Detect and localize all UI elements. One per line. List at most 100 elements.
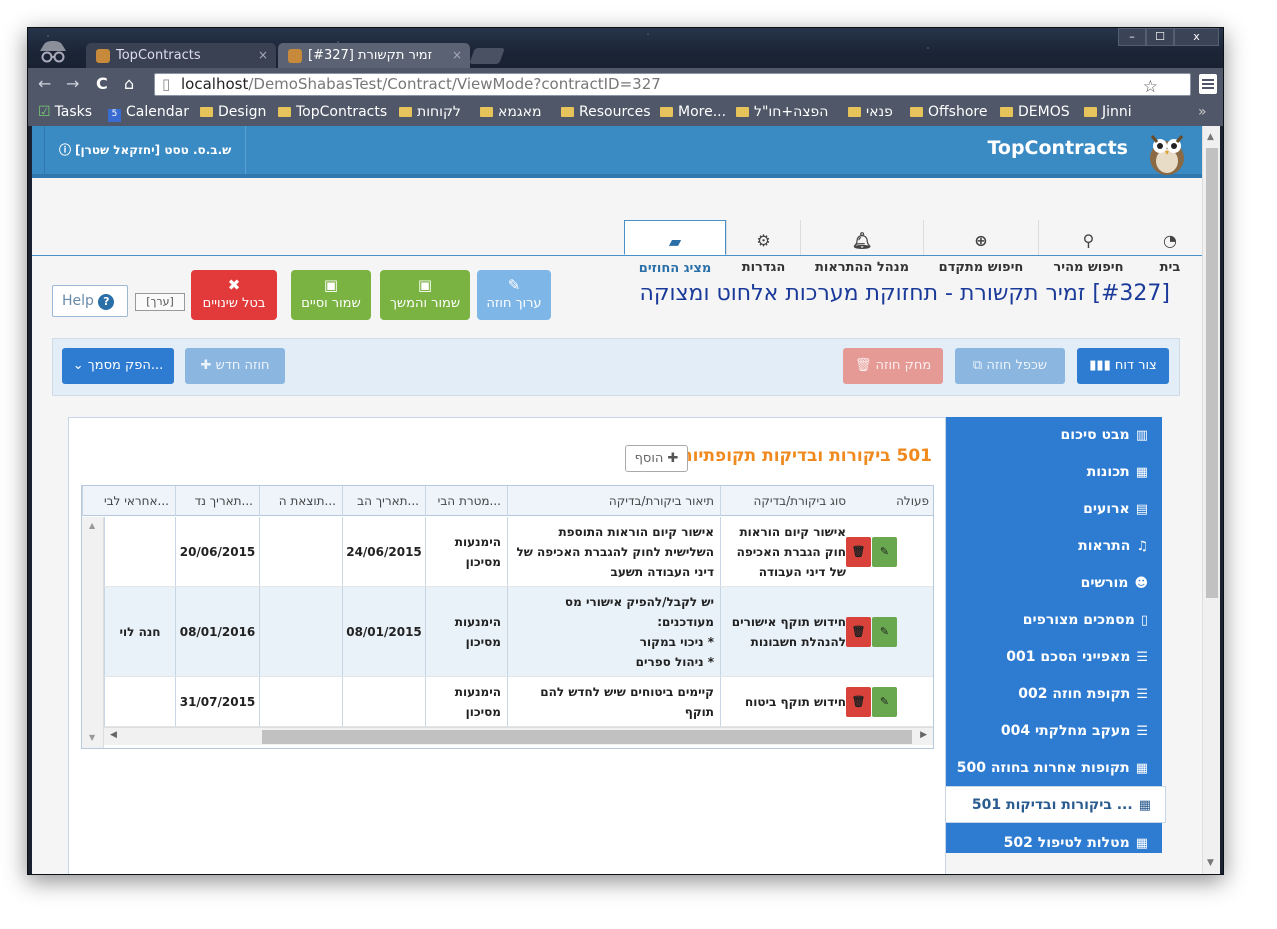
table-row[interactable]: ✎ 🗑︎ חידוש תוקף ביטוח קיימים ביטוחים שיש… [104,677,933,727]
bookmark-demos[interactable]: DEMOS [1000,104,1070,120]
bookmark-clients[interactable]: לקוחות [399,104,461,120]
cell-purpose: הימנעות מסיכון [425,677,507,726]
bookmark-offshore[interactable]: Offshore [910,104,987,120]
list-icon: ☰ [1136,724,1148,739]
sidebar-item-authorized[interactable]: מורשים ☻ [946,565,1162,602]
edit-row-button[interactable]: ✎ [872,687,897,717]
row-actions: ✎ 🗑︎ [846,517,933,586]
scroll-thumb[interactable] [1206,148,1218,598]
edit-row-button[interactable]: ✎ [872,537,897,567]
sidebar-item-502[interactable]: 502 מטלות לטיפול ▦ [946,825,1162,862]
nav-settings[interactable]: ⚙ הגדרות [726,220,800,275]
bookmark-star-icon[interactable]: ☆ [1143,77,1158,98]
sidebar-item-001[interactable]: 001 מאפייני הסכם ☰ [946,639,1162,676]
col-result[interactable]: תוצאת ה... [259,486,342,516]
gear-icon: ⚙ [756,231,771,250]
sidebar-item-attachments[interactable]: מסמכים מצורפים ▯ [946,602,1162,639]
list-icon: ☰ [1136,650,1148,665]
scroll-down-icon[interactable]: ▼ [1207,858,1214,868]
page-vertical-scrollbar[interactable]: ▲ ▼ [1202,126,1220,874]
sidebar-item-501[interactable]: 501 ביקורות ובדיקות ... ▦ [942,786,1166,823]
cancel-changes-button[interactable]: ✖ בטל שינויים [191,270,277,320]
bookmark-calendar[interactable]: 5 Calendar [108,104,189,122]
cell-check-date [342,677,425,726]
plus-icon: ✚ [667,451,679,466]
edit-row-button[interactable]: ✎ [872,617,897,647]
new-contract-button[interactable]: ✚ חוזה חדש [185,348,285,384]
col-owner[interactable]: אחראי לבי... [82,486,175,516]
sidebar-item-alerts[interactable]: התראות ♫ [946,528,1162,565]
sidebar-item-002[interactable]: 002 תקופת חוזה ☰ [946,676,1162,713]
bookmarks-overflow[interactable]: » [1198,104,1207,120]
bookmark-magma[interactable]: מאגמא [480,104,542,120]
save-finish-button[interactable]: ▣ שמור וסיים [291,270,371,320]
help-button[interactable]: Help ? [52,285,128,317]
browser-tab-topcontracts[interactable]: TopContracts × [86,43,276,68]
tab-close-icon[interactable]: × [452,43,462,68]
cell-description: יש לקבל/להפיק אישורי מס מעודכנים: * ניכוי … [507,587,720,676]
col-purpose[interactable]: מטרת הבי... [425,486,507,516]
bookmark-resources[interactable]: Resources [561,104,651,120]
info-icon: ⓘ [59,143,72,157]
col-check-date[interactable]: תאריך הב... [342,486,425,516]
bookmark-more[interactable]: More... [660,104,726,120]
table-vertical-scrollbar[interactable]: ▲ ▼ [82,517,104,748]
scroll-thumb[interactable] [262,730,912,744]
bookmark-design[interactable]: Design [200,104,266,120]
edit-contract-button[interactable]: ✎ ערוך חוזה [477,270,551,320]
table-row[interactable]: ✎ 🗑︎ אישור קיום הוראות חוק הגברת האכיפה … [104,517,933,587]
col-description[interactable]: תיאור ביקורת/בדיקה [507,486,720,516]
nav-home[interactable]: ◔ בית [1138,220,1202,275]
scroll-up-icon[interactable]: ▲ [1207,132,1214,142]
add-button[interactable]: הוסף ✚ [625,445,688,472]
table-row[interactable]: ✎ 🗑︎ חידוש תוקף אישורים להנהלת חשבונות י… [104,587,933,677]
cell-type: אישור קיום הוראות חוק הגברת האכיפה של די… [720,517,852,586]
scroll-left-icon[interactable]: ◀ [110,730,117,740]
address-bar[interactable]: ▯ localhost/DemoShabasTest/Contract/View… [154,73,1191,98]
tab-title: [#327] זמיר תקשורת [308,48,433,63]
edit-tag[interactable]: [ערך] [135,293,185,311]
create-report-button[interactable]: ▮▮▮ צור דוח [1077,348,1169,384]
maximize-button[interactable]: ☐ [1146,28,1174,46]
bookmark-jinni[interactable]: Jinni [1084,104,1132,120]
new-tab-button[interactable] [469,48,505,64]
back-icon[interactable]: ← [38,74,51,93]
cell-purpose: הימנעות מסיכון [425,517,507,586]
nav-advanced-search[interactable]: ⊕ חיפוש מתקדם [923,220,1038,275]
bookmark-topcontracts[interactable]: TopContracts [278,104,387,120]
save-continue-button[interactable]: ▣ שמור והמשך [380,270,470,320]
bookmark-leisure[interactable]: פנאי [848,104,893,120]
close-window-button[interactable]: x [1174,28,1219,46]
sidebar-item-summary[interactable]: מבט סיכום ▥ [946,417,1162,454]
scroll-right-icon[interactable]: ▶ [920,730,927,740]
col-type[interactable]: סוג ביקורת/בדיקה [720,486,852,516]
sidebar-item-events[interactable]: ארועים ▤ [946,491,1162,528]
delete-contract-button[interactable]: 🗑︎ מחק חוזה [843,348,943,384]
sidebar-item-004[interactable]: 004 מעקב מחלקתי ☰ [946,713,1162,750]
bell-icon: ♫ [1136,539,1148,554]
sidebar-item-500[interactable]: 500 תקופות אחרות בחוזה ▦ [946,750,1162,787]
reload-icon[interactable]: C [96,74,108,93]
browser-tab-contract[interactable]: [#327] זמיר תקשורת × [278,43,470,68]
nav-alerts-manager[interactable]: 🔔︎ מנהל ההתראות [800,220,923,275]
sidebar-item-properties[interactable]: תכונות ▦ [946,454,1162,491]
scroll-up-icon[interactable]: ▲ [89,521,95,530]
nav-contract-viewer[interactable]: ▰ מציג החוזים [624,220,726,276]
bookmark-tasks[interactable]: ☑ Tasks [38,104,92,120]
col-next-date[interactable]: תאריך נד... [175,486,259,516]
home-icon[interactable]: ⌂ [124,74,134,93]
minimize-button[interactable]: – [1118,28,1146,46]
tab-close-icon[interactable]: × [258,43,268,68]
folder-icon [910,107,923,117]
scroll-down-icon[interactable]: ▼ [89,733,95,742]
bookmark-distribution[interactable]: הפצה+חו"ל [736,104,828,120]
question-icon: ? [98,294,115,310]
nav-quick-search[interactable]: ⚲ חיפוש מהיר [1038,220,1138,275]
forward-icon[interactable]: → [66,74,79,93]
user-info[interactable]: ⓘ ש.ב.ס. טסט [יחזקאל שטרן] [44,126,247,174]
duplicate-contract-button[interactable]: ⧉ שכפל חוזה [955,348,1065,384]
col-action[interactable]: פעולה [852,486,933,516]
produce-document-dropdown[interactable]: ⌄ הפק מסמך... [62,348,174,384]
browser-menu-button[interactable] [1199,74,1217,94]
table-horizontal-scrollbar[interactable]: ◀ ▶ [104,727,933,745]
